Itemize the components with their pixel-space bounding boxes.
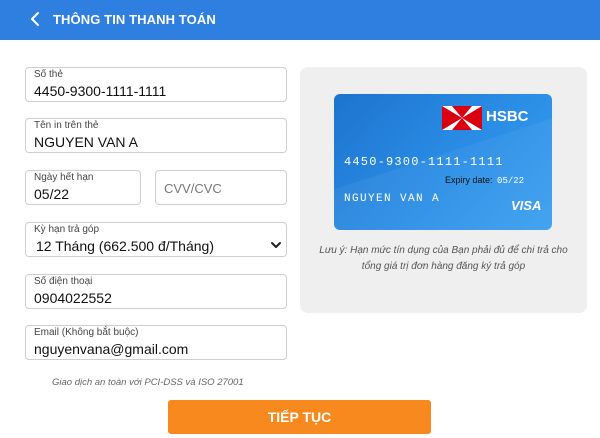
installment-label: Kỳ hạn trả góp xyxy=(34,224,100,235)
card-preview-expiry: Expiry date: 05/22 xyxy=(445,175,524,186)
email-value[interactable]: nguyenvana@gmail.com xyxy=(34,341,188,357)
security-note: Giao dịch an toàn với PCI-DSS và ISO 270… xyxy=(52,377,244,388)
cvv-field[interactable]: CVV/CVC xyxy=(155,170,287,205)
card-name-field[interactable]: Tên in trên thẻ NGUYEN VAN A xyxy=(25,118,287,153)
card-number-field[interactable]: Số thẻ 4450-9300-1111-1111 xyxy=(25,67,287,102)
continue-button[interactable]: TIẾP TỤC xyxy=(168,400,431,434)
chevron-down-icon[interactable] xyxy=(270,237,282,248)
visa-logo: VISA xyxy=(511,198,542,213)
card-name-label: Tên in trên thẻ xyxy=(34,120,99,131)
bank-name: HSBC xyxy=(486,108,529,125)
card-number-label: Số thẻ xyxy=(34,69,63,80)
phone-label: Số điện thoại xyxy=(34,276,93,287)
installment-select[interactable]: Kỳ hạn trả góp 12 Tháng (662.500 đ/Tháng… xyxy=(25,222,287,257)
card-preview-panel: HSBC 4450-9300-1111-1111 Expiry date: 05… xyxy=(300,67,587,313)
card-preview-expiry-value: 05/22 xyxy=(497,176,525,186)
phone-value[interactable]: 0904022552 xyxy=(34,290,112,306)
card-number-value[interactable]: 4450-9300-1111-1111 xyxy=(34,83,166,99)
card-preview-number: 4450-9300-1111-1111 xyxy=(344,155,504,169)
email-field[interactable]: Email (Không bắt buộc) nguyenvana@gmail.… xyxy=(25,325,287,360)
cvv-placeholder[interactable]: CVV/CVC xyxy=(164,181,222,196)
installment-value[interactable]: 12 Tháng (662.500 đ/Tháng) xyxy=(36,238,214,254)
expiry-label: Ngày hết hạn xyxy=(34,172,94,183)
card-preview-expiry-label: Expiry date: xyxy=(445,175,493,185)
hsbc-logo-icon xyxy=(442,106,482,130)
expiry-field[interactable]: Ngày hết hạn 05/22 xyxy=(25,170,141,205)
card-preview-note: Lưu ý: Hạn mức tín dụng của Bạn phải đủ … xyxy=(319,245,568,272)
expiry-value[interactable]: 05/22 xyxy=(34,186,69,202)
card-name-value[interactable]: NGUYEN VAN A xyxy=(34,134,138,150)
email-label: Email (Không bắt buộc) xyxy=(34,327,139,338)
header-bar: THÔNG TIN THANH TOÁN xyxy=(0,0,600,40)
card-preview-name: NGUYEN VAN A xyxy=(344,193,441,205)
phone-field[interactable]: Số điện thoại 0904022552 xyxy=(25,274,287,309)
page-title: THÔNG TIN THANH TOÁN xyxy=(53,12,216,27)
chevron-left-icon[interactable] xyxy=(26,9,46,29)
credit-card-preview: HSBC 4450-9300-1111-1111 Expiry date: 05… xyxy=(334,94,552,230)
